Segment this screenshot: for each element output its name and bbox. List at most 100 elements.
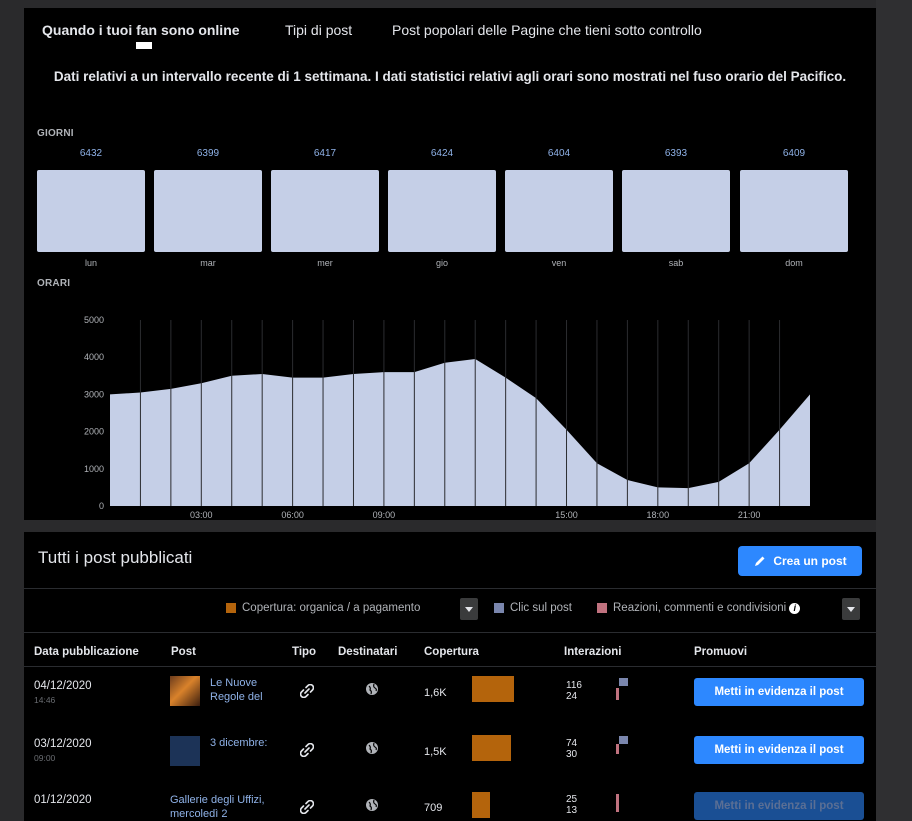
- interactions-dropdown-button[interactable]: [842, 598, 860, 620]
- post-title-link[interactable]: Gallerie degli Uffizi, mercoledì 2: [170, 793, 285, 821]
- day-label: ven: [551, 258, 567, 268]
- column-header[interactable]: Data pubblicazione: [34, 646, 139, 658]
- x-tick-label: 06:00: [281, 510, 304, 520]
- legend-coverage-label: Copertura: organica / a pagamento: [242, 602, 421, 614]
- column-header[interactable]: Copertura: [424, 646, 479, 658]
- legend-clicks: Clic sul post: [494, 602, 572, 614]
- post-date: 01/12/2020: [34, 794, 92, 806]
- globe-icon: [366, 799, 378, 811]
- table-row[interactable]: 01/12/2020 Gallerie degli Uffizi, mercol…: [24, 788, 876, 821]
- day-label: lun: [84, 258, 97, 268]
- legend-reactions: Reazioni, commenti e condivisioni i: [597, 602, 801, 614]
- x-tick-label: 15:00: [555, 510, 578, 520]
- y-tick-label: 2000: [84, 427, 104, 437]
- reach-bar: [472, 735, 511, 761]
- hours-area-chart: 0 1000 2000 3000 4000 5000 03:00 06:00 09:00 15:0…: [84, 315, 810, 520]
- day-label: dom: [785, 258, 803, 268]
- day-column: 6404 ven: [505, 148, 613, 268]
- day-box: [622, 170, 730, 252]
- post-time: 14:46: [34, 695, 56, 705]
- day-column: 6432 lun: [37, 148, 145, 268]
- clicks-mini-bar: [619, 736, 628, 744]
- create-post-button[interactable]: Crea un post: [738, 546, 862, 576]
- y-tick-label: 1000: [84, 464, 104, 474]
- link-icon: [300, 743, 314, 757]
- table-header: Data pubblicazione Post Tipo Destinatari…: [24, 640, 876, 666]
- interactions-reactions: 13: [566, 805, 578, 816]
- boost-post-button[interactable]: Metti in evidenza il post: [694, 678, 864, 706]
- legend-coverage: Copertura: organica / a pagamento: [226, 602, 420, 614]
- tab-top-posts[interactable]: Post popolari delle Pagine che tieni sot…: [392, 22, 702, 38]
- day-column: 6417 mer: [271, 148, 379, 268]
- info-icon[interactable]: i: [789, 602, 801, 614]
- tab-fans-online[interactable]: Quando i tuoi fan sono online: [42, 22, 240, 38]
- globe-icon: [366, 742, 378, 754]
- post-date: 03/12/2020: [34, 738, 92, 750]
- legend-reactions-label: Reazioni, commenti e condivisioni: [613, 602, 787, 614]
- boost-post-button[interactable]: Metti in evidenza il post: [694, 792, 864, 820]
- day-value: 6393: [664, 148, 688, 159]
- interactions-clicks: 74: [566, 738, 578, 749]
- interactions-clicks: 25: [566, 794, 578, 805]
- date-cell: 01/12/2020: [34, 794, 92, 806]
- days-label: GIORNI: [37, 128, 74, 139]
- interactions-reactions: 30: [566, 749, 578, 760]
- divider: [24, 632, 876, 633]
- clicks-swatch: [494, 603, 504, 613]
- reach-bar: [472, 792, 490, 818]
- x-tick-label: 03:00: [190, 510, 213, 520]
- post-title-link[interactable]: Le Nuove Regole del: [210, 676, 280, 704]
- column-header[interactable]: Interazioni: [564, 646, 622, 658]
- reactions-swatch: [597, 603, 607, 613]
- x-tick-label: 18:00: [647, 510, 670, 520]
- coverage-dropdown-button[interactable]: [460, 598, 478, 620]
- coverage-swatch: [226, 603, 236, 613]
- create-post-label: Crea un post: [773, 554, 847, 568]
- post-title-link[interactable]: 3 dicembre:: [210, 736, 270, 750]
- date-cell: 03/12/2020 09:00: [34, 738, 92, 763]
- y-tick-label: 0: [99, 501, 104, 511]
- divider: [24, 588, 876, 589]
- table-row[interactable]: 04/12/2020 14:46 Le Nuove Regole del 1,6…: [24, 670, 876, 730]
- day-value: 6417: [313, 148, 337, 159]
- reach-bar: [472, 676, 514, 702]
- post-thumbnail[interactable]: [170, 676, 200, 706]
- table-row[interactable]: 03/12/2020 09:00 3 dicembre: 1,5K 74 30 …: [24, 730, 876, 790]
- y-tick-label: 3000: [84, 389, 104, 399]
- y-tick-label: 4000: [84, 352, 104, 362]
- interactions-cell: 25 13: [566, 794, 577, 816]
- interactions-reactions: 24: [566, 691, 578, 702]
- day-value: 6399: [196, 148, 220, 159]
- boost-post-button[interactable]: Metti in evidenza il post: [694, 736, 864, 764]
- day-label: gio: [435, 258, 448, 268]
- day-value: 6409: [782, 148, 806, 159]
- column-header[interactable]: Post: [171, 646, 196, 658]
- reach-value: 1,6K: [424, 687, 447, 699]
- column-header[interactable]: Promuovi: [694, 646, 747, 658]
- interactions-cell: 116 24: [566, 680, 582, 702]
- link-icon: [300, 684, 314, 698]
- reach-value: 709: [424, 802, 443, 814]
- divider: [24, 666, 876, 667]
- date-cell: 04/12/2020 14:46: [34, 680, 92, 705]
- reactions-mini-bar: [616, 794, 619, 812]
- y-tick-label: 5000: [84, 315, 104, 325]
- pencil-icon: [755, 556, 765, 566]
- posts-title: Tutti i post pubblicati: [38, 548, 193, 567]
- hours-label: ORARI: [37, 278, 71, 289]
- post-time: 09:00: [34, 753, 56, 763]
- tab-post-types[interactable]: Tipi di post: [285, 22, 352, 38]
- legend-clicks-label: Clic sul post: [510, 602, 572, 614]
- day-column: 6399 mar: [154, 148, 262, 268]
- right-side-strip: [876, 0, 912, 821]
- day-box: [271, 170, 379, 252]
- post-thumbnail[interactable]: [170, 736, 200, 766]
- clicks-mini-bar: [619, 678, 628, 686]
- column-header[interactable]: Tipo: [292, 646, 316, 658]
- x-tick-label: 21:00: [738, 510, 761, 520]
- day-column: 6424 gio: [388, 148, 496, 268]
- day-box: [505, 170, 613, 252]
- day-label: mar: [200, 258, 216, 268]
- column-header[interactable]: Destinatari: [338, 646, 397, 658]
- post-date: 04/12/2020: [34, 680, 92, 692]
